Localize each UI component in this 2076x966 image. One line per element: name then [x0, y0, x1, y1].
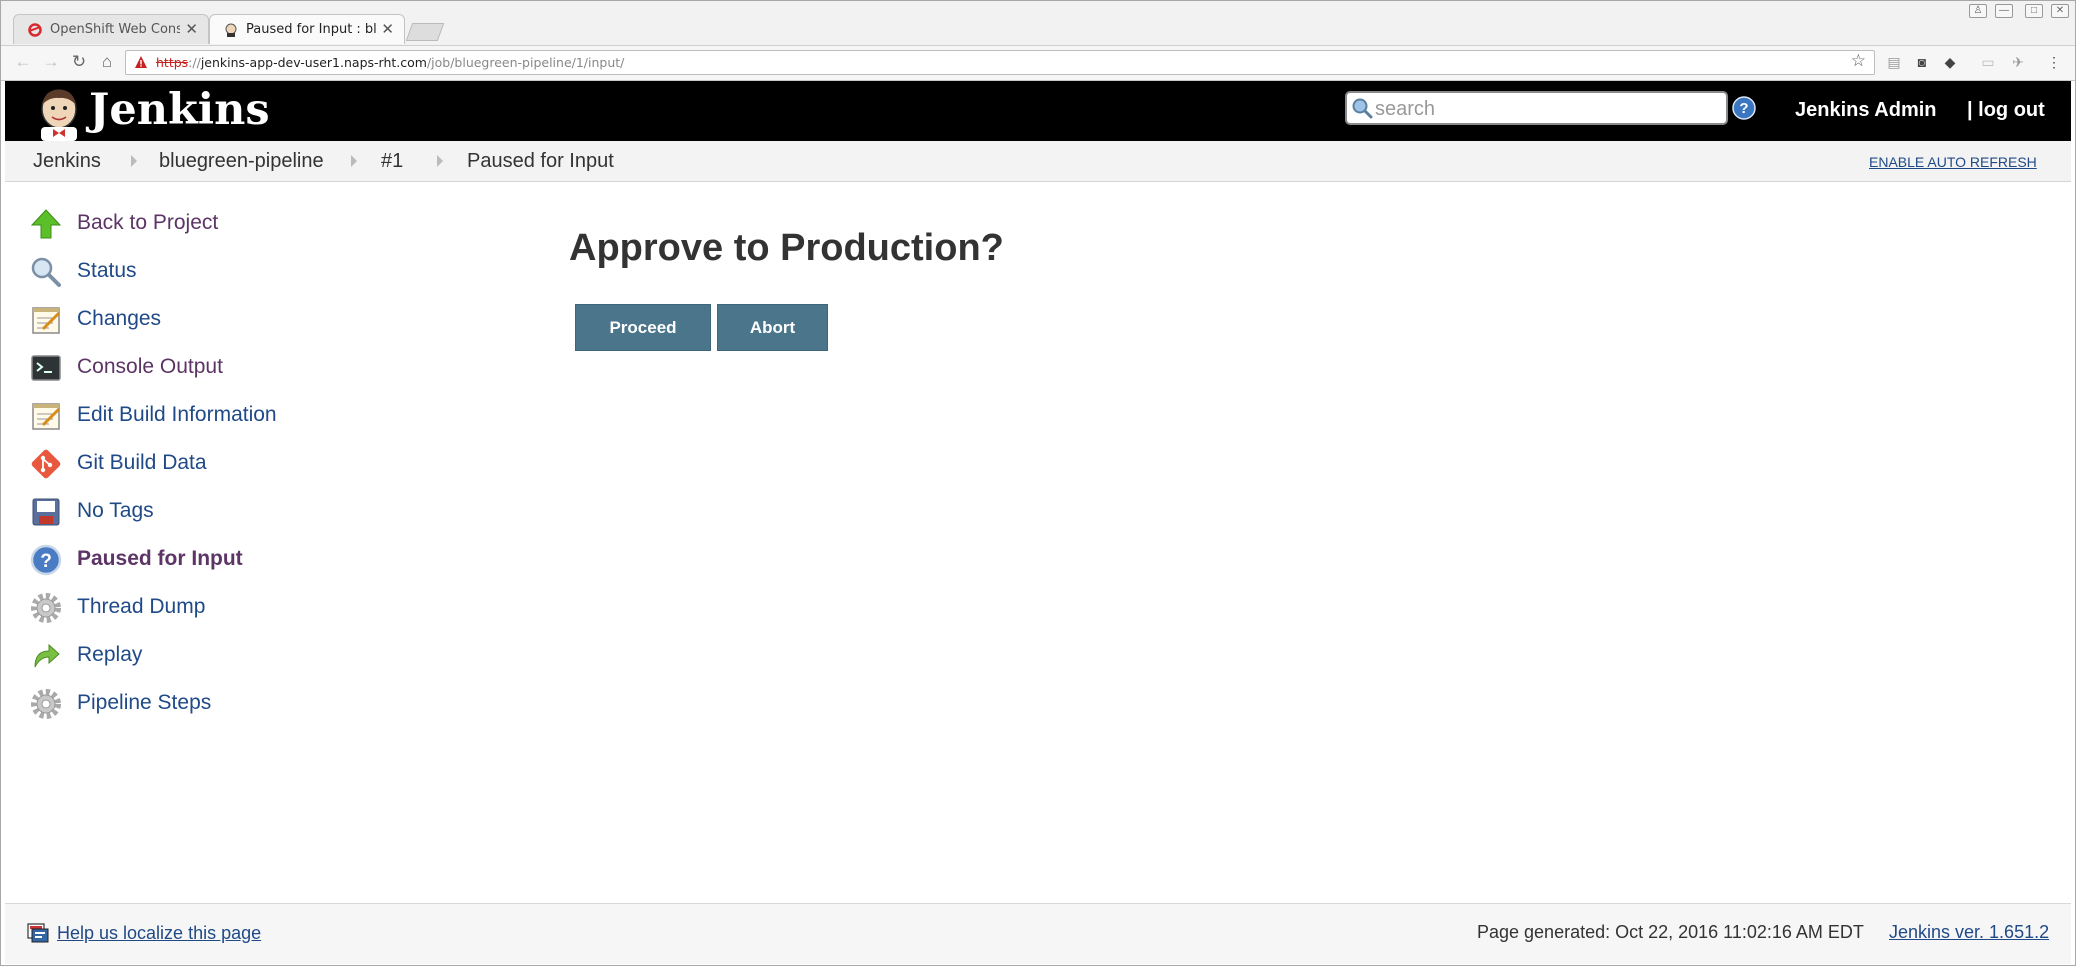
abort-button[interactable]: Abort — [717, 304, 828, 351]
page-title: Approve to Production? — [569, 227, 1004, 269]
task-label: Changes — [77, 307, 162, 330]
search-input[interactable] — [1373, 96, 1717, 122]
task-thread-dump[interactable]: Thread Dump — [29, 585, 509, 625]
task-label: No Tags — [77, 499, 154, 522]
floppy-disk-icon — [32, 498, 60, 526]
reload-icon[interactable]: ↻ — [67, 50, 91, 74]
task-label: Status — [77, 259, 137, 282]
breadcrumb-job[interactable]: bluegreen-pipeline — [159, 150, 324, 173]
home-icon[interactable]: ⌂ — [95, 50, 119, 74]
task-label: Thread Dump — [77, 595, 206, 618]
close-icon[interactable]: ✕ — [381, 20, 394, 38]
breadcrumb-separator — [437, 155, 443, 167]
url-text: https://jenkins-app-dev-user1.naps-rht.c… — [156, 55, 624, 70]
url-scheme: https — [156, 55, 189, 70]
task-edit-build-information[interactable]: Edit Build Information — [29, 393, 509, 433]
gear-icon — [31, 689, 61, 719]
task-changes[interactable]: Changes — [29, 297, 509, 337]
browser-window: OpenShift Web Console ✕ Paused for Input… — [0, 0, 2076, 966]
localize-link[interactable]: Help us localize this page — [57, 923, 261, 944]
extension-icon[interactable]: ▭ — [1979, 53, 1997, 71]
up-arrow-icon — [30, 209, 62, 239]
task-label: Edit Build Information — [77, 403, 277, 426]
git-extension-icon[interactable]: ◆ — [1941, 53, 1959, 71]
gear-icon — [31, 593, 61, 623]
task-git-build-data[interactable]: Git Build Data — [29, 441, 509, 481]
task-label: Back to Project — [77, 211, 219, 234]
user-link[interactable]: Jenkins Admin — [1795, 99, 1937, 122]
svg-text:?: ? — [40, 551, 52, 572]
tab-title: Paused for Input : bluegreen-pipeline #1… — [246, 22, 376, 37]
url-separator: :// — [188, 55, 201, 70]
task-no-tags[interactable]: No Tags — [29, 489, 509, 529]
search-icon — [1352, 98, 1373, 119]
breadcrumb: Jenkins bluegreen-pipeline #1 Paused for… — [5, 141, 2071, 182]
search-box[interactable] — [1345, 91, 1728, 125]
git-icon — [31, 449, 61, 479]
replay-arrow-icon — [34, 643, 60, 668]
breadcrumb-current[interactable]: Paused for Input — [467, 150, 614, 173]
footer: Help us localize this page Page generate… — [5, 903, 2071, 964]
warning-icon — [135, 56, 147, 68]
new-tab-button[interactable] — [405, 23, 445, 41]
address-bar[interactable]: https://jenkins-app-dev-user1.naps-rht.c… — [125, 50, 1875, 75]
minimize-button[interactable]: — — [1995, 4, 2013, 18]
svg-text:?: ? — [1739, 100, 1748, 117]
jenkins-icon — [225, 23, 237, 37]
terminal-icon — [31, 355, 61, 381]
task-label: Git Build Data — [77, 451, 207, 474]
back-icon[interactable]: ← — [11, 50, 35, 74]
tab-openshift[interactable]: OpenShift Web Console ✕ — [13, 14, 209, 44]
browser-toolbar: ← → ↻ ⌂ https://jenkins-app-dev-user1.na… — [1, 46, 2075, 81]
task-back-to-project[interactable]: Back to Project — [29, 201, 509, 241]
bookmark-star-icon[interactable]: ☆ — [1851, 51, 1866, 71]
task-console-output[interactable]: Console Output — [29, 345, 509, 385]
task-label: Replay — [77, 643, 143, 666]
tab-title: OpenShift Web Console — [50, 22, 180, 37]
pocket-icon[interactable]: ◙ — [1913, 53, 1931, 71]
jenkins-logo-icon[interactable] — [33, 87, 85, 141]
task-paused-for-input[interactable]: ? Paused for Input — [29, 537, 509, 577]
close-icon[interactable]: ✕ — [185, 20, 198, 38]
breadcrumb-jenkins[interactable]: Jenkins — [33, 150, 101, 173]
task-replay[interactable]: Replay — [29, 633, 509, 673]
task-label: Paused for Input — [77, 547, 243, 570]
openshift-icon — [28, 23, 42, 37]
help-icon: ? — [30, 544, 62, 576]
enable-auto-refresh-link[interactable]: ENABLE AUTO REFRESH — [1869, 154, 2037, 170]
magnifier-icon — [31, 257, 61, 287]
task-label: Console Output — [77, 355, 223, 378]
notepad-icon — [32, 403, 61, 430]
task-pipeline-steps[interactable]: Pipeline Steps — [29, 681, 509, 721]
extension-icon[interactable]: ▤ — [1885, 53, 1903, 71]
jenkins-title[interactable]: Jenkins — [89, 85, 270, 135]
proceed-button[interactable]: Proceed — [575, 304, 711, 351]
extension-icon[interactable]: ✈ — [2009, 53, 2027, 71]
url-path: /job/bluegreen-pipeline/1/input/ — [426, 55, 625, 70]
tab-jenkins[interactable]: Paused for Input : bluegreen-pipeline #1… — [209, 14, 405, 44]
notepad-icon — [32, 307, 61, 334]
localize-icon — [27, 923, 49, 943]
url-host: jenkins-app-dev-user1.naps-rht.com — [200, 55, 427, 70]
breadcrumb-build[interactable]: #1 — [381, 150, 403, 173]
logout-link[interactable]: | log out — [1967, 99, 2045, 122]
help-icon[interactable]: ? — [1732, 96, 1756, 120]
profile-icon[interactable]: ♙ — [1969, 4, 1987, 18]
breadcrumb-separator — [131, 155, 137, 167]
task-label: Pipeline Steps — [77, 691, 212, 714]
jenkins-header: Jenkins ? Jenkins Admin | log out — [5, 81, 2071, 141]
tab-strip: OpenShift Web Console ✕ Paused for Input… — [1, 1, 2075, 46]
close-window-button[interactable]: ✕ — [2051, 4, 2069, 18]
task-status[interactable]: Status — [29, 249, 509, 289]
breadcrumb-separator — [351, 155, 357, 167]
maximize-button[interactable]: □ — [2025, 4, 2043, 18]
page-generated-text: Page generated: Oct 22, 2016 11:02:16 AM… — [1477, 922, 1864, 942]
forward-icon[interactable]: → — [39, 50, 63, 74]
menu-icon[interactable]: ⋮ — [2045, 53, 2063, 71]
jenkins-version-link[interactable]: Jenkins ver. 1.651.2 — [1889, 922, 2049, 943]
